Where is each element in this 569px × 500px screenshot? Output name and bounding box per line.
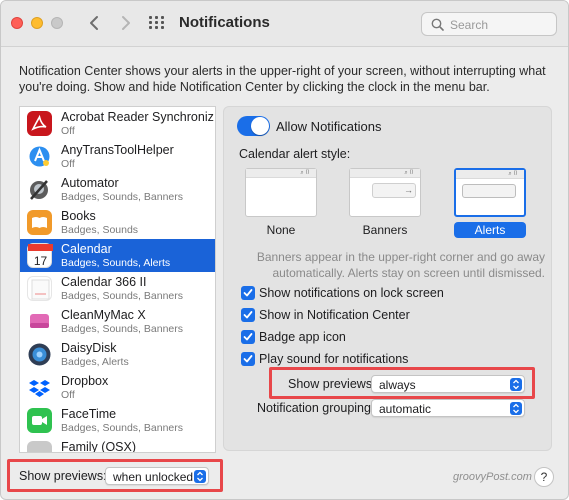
- forward-chevron-icon[interactable]: [115, 13, 135, 33]
- style-banners-thumbnail[interactable]: ⌕ ▯ →: [349, 168, 421, 217]
- toggle-knob: [251, 117, 269, 135]
- show-previews-label: Show previews: [288, 377, 373, 391]
- automator-icon: [27, 177, 52, 202]
- window-title: Notifications: [179, 14, 270, 31]
- back-chevron-icon[interactable]: [85, 13, 105, 33]
- checkbox-label: Show notifications on lock screen: [259, 286, 444, 300]
- checkbox-checked[interactable]: [241, 308, 255, 322]
- app-name: Automator: [61, 176, 119, 190]
- zoom-window-button[interactable]: [51, 17, 63, 29]
- app-status: Off: [61, 389, 75, 401]
- allow-notifications-label: Allow Notifications: [276, 119, 382, 134]
- updown-chevron-icon: [194, 470, 206, 483]
- app-status: Badges, Sounds, Banners: [61, 323, 184, 335]
- calendar-icon: 17: [27, 243, 53, 268]
- description-text: Notification Center shows your alerts in…: [19, 64, 546, 94]
- family-icon: [27, 441, 52, 452]
- checkbox-checked[interactable]: [241, 330, 255, 344]
- checkbox-checked[interactable]: [241, 286, 255, 300]
- anytrans-icon: [27, 144, 52, 169]
- search-field[interactable]: Search: [421, 12, 557, 36]
- title-bar: Notifications Search: [1, 1, 568, 47]
- app-name: Acrobat Reader Synchroniz...: [61, 110, 216, 124]
- checkbox-label: Play sound for notifications: [259, 352, 409, 366]
- dropbox-icon: [27, 375, 52, 400]
- app-name: Calendar 366 II: [61, 275, 147, 289]
- app-name: Family (OSX): [61, 440, 136, 453]
- daisydisk-icon: [27, 342, 52, 367]
- checkbox-checked[interactable]: [241, 352, 255, 366]
- books-icon: [27, 210, 52, 235]
- app-status: Off: [61, 158, 75, 170]
- list-item[interactable]: DaisyDisk Badges, Alerts: [20, 338, 215, 371]
- popup-value: automatic: [379, 402, 432, 416]
- app-status: Badges, Sounds: [61, 224, 139, 236]
- popup-value: when unlocked: [113, 470, 194, 484]
- app-status: Badges, Sounds, Banners: [61, 422, 184, 434]
- list-item[interactable]: Acrobat Reader Synchroniz... Off: [20, 107, 215, 140]
- list-item[interactable]: Automator Badges, Sounds, Banners: [20, 173, 215, 206]
- grouping-popup[interactable]: automatic: [371, 399, 525, 417]
- close-window-button[interactable]: [11, 17, 23, 29]
- app-name: DaisyDisk: [61, 341, 117, 355]
- app-name: Calendar: [61, 242, 112, 256]
- app-status: Badges, Sounds, Banners: [61, 290, 184, 302]
- style-none-label[interactable]: None: [245, 223, 317, 237]
- menubar-icons: ⌕ ▯: [300, 170, 310, 176]
- menubar-icons: ⌕ ▯: [508, 171, 518, 177]
- footer-previews-label: Show previews:: [19, 469, 107, 483]
- cleanmymac-icon: [27, 309, 52, 334]
- app-name: AnyTransToolHelper: [61, 143, 174, 157]
- checkbox-label: Badge app icon: [259, 330, 346, 344]
- watermark: groovyPost.com: [453, 471, 532, 483]
- app-name: CleanMyMac X: [61, 308, 146, 322]
- list-item[interactable]: FaceTime Badges, Sounds, Banners: [20, 404, 215, 437]
- alert-style-label: Calendar alert style:: [239, 147, 351, 161]
- footer-previews-popup[interactable]: when unlocked: [105, 467, 209, 485]
- style-alerts-label[interactable]: Alerts: [454, 222, 526, 238]
- app-name: FaceTime: [61, 407, 117, 421]
- acrobat-icon: [27, 111, 52, 136]
- help-button[interactable]: ?: [534, 467, 554, 487]
- checkbox-label: Show in Notification Center: [259, 308, 410, 322]
- search-icon: [431, 18, 444, 31]
- app-name: Dropbox: [61, 374, 109, 388]
- updown-chevron-icon: [510, 378, 522, 391]
- show-previews-popup[interactable]: always: [371, 375, 525, 393]
- search-placeholder: Search: [450, 18, 489, 32]
- style-alerts-thumbnail[interactable]: ⌕ ▯: [454, 168, 526, 217]
- app-status: Badges, Sounds, Banners: [61, 191, 184, 203]
- app-list[interactable]: Acrobat Reader Synchroniz... Off AnyTran…: [19, 106, 216, 453]
- grouping-label: Notification grouping: [257, 401, 371, 415]
- calendar366-icon: [27, 276, 52, 301]
- style-banners-label[interactable]: Banners: [349, 223, 421, 237]
- svg-text:17: 17: [34, 254, 48, 268]
- list-item[interactable]: CleanMyMac X Badges, Sounds, Banners: [20, 305, 215, 338]
- app-status: Badges, Alerts: [61, 356, 129, 368]
- show-all-grid-icon[interactable]: [149, 16, 165, 30]
- app-status: Off: [61, 125, 75, 137]
- updown-chevron-icon: [510, 402, 522, 415]
- alert-preview: [462, 184, 516, 198]
- alert-style-note: Banners appear in the upper-right corner…: [256, 250, 545, 280]
- allow-notifications-toggle[interactable]: [237, 116, 270, 136]
- facetime-icon: [27, 408, 52, 433]
- list-item[interactable]: Family (OSX): [20, 437, 215, 453]
- popup-value: always: [379, 378, 416, 392]
- list-item[interactable]: AnyTransToolHelper Off: [20, 140, 215, 173]
- list-item[interactable]: Books Badges, Sounds: [20, 206, 215, 239]
- arrow-right-icon: →: [404, 185, 413, 195]
- preferences-window: Notifications Search Notification Center…: [0, 0, 569, 500]
- menubar-icons: ⌕ ▯: [404, 170, 414, 176]
- list-item[interactable]: Calendar 366 II Badges, Sounds, Banners: [20, 272, 215, 305]
- minimize-window-button[interactable]: [31, 17, 43, 29]
- list-item-selected[interactable]: 17 Calendar Badges, Sounds, Alerts: [20, 239, 215, 272]
- list-item[interactable]: Dropbox Off: [20, 371, 215, 404]
- style-none-thumbnail[interactable]: ⌕ ▯: [245, 168, 317, 217]
- app-status: Badges, Sounds, Alerts: [61, 257, 171, 269]
- app-name: Books: [61, 209, 96, 223]
